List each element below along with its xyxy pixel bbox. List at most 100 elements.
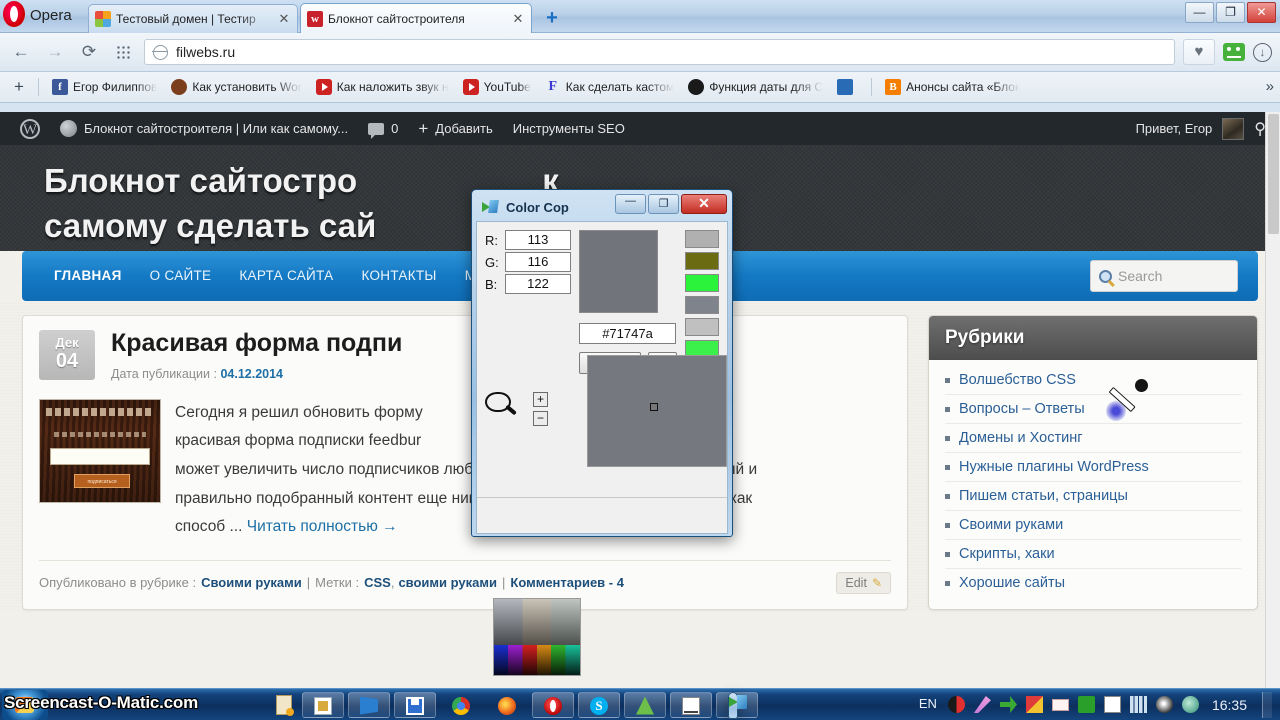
close-icon[interactable]: ✕: [511, 11, 525, 27]
category-link[interactable]: Своими руками: [959, 517, 1063, 533]
heart-icon[interactable]: ♥: [1183, 39, 1215, 65]
address-bar[interactable]: filwebs.ru: [144, 39, 1175, 65]
bookmark-item[interactable]: f Егор Филиппов: [45, 75, 164, 99]
category-link[interactable]: Пишем статьи, страницы: [959, 488, 1128, 504]
minimize-button[interactable]: —: [615, 194, 646, 214]
admin-bar-seo-tools[interactable]: Инструменты SEO: [503, 112, 635, 145]
edit-button[interactable]: Edit ✎: [836, 571, 891, 594]
red-input[interactable]: 113: [505, 230, 571, 250]
speed-dial-icon[interactable]: [110, 39, 136, 65]
post-thumbnail[interactable]: подписаться: [39, 398, 161, 503]
taskbar-item-opera[interactable]: [532, 691, 574, 718]
admin-bar-comments[interactable]: 0: [358, 112, 408, 145]
list-item[interactable]: Вопросы – Ответы: [945, 395, 1241, 424]
forward-icon[interactable]: →: [42, 39, 68, 65]
clipboard-icon[interactable]: [276, 694, 294, 716]
green-input[interactable]: 116: [505, 252, 571, 272]
admin-bar-site-name[interactable]: Блокнот сайтостроителя | Или как самому.…: [50, 112, 358, 145]
nav-item-contacts[interactable]: КОНТАКТЫ: [347, 251, 450, 301]
download-icon[interactable]: ↓: [1253, 42, 1272, 62]
clipboard-tray-icon[interactable]: [1103, 696, 1121, 713]
color-palette[interactable]: [493, 598, 581, 676]
taskbar-item-skype[interactable]: S: [578, 691, 620, 718]
list-item[interactable]: Хорошие сайты: [945, 569, 1241, 597]
card-icon[interactable]: [1051, 698, 1069, 711]
scrollbar-thumb[interactable]: [1268, 114, 1279, 234]
minimize-button[interactable]: —: [1185, 2, 1214, 23]
magnified-pixel-view[interactable]: [587, 355, 727, 467]
comments-link[interactable]: Комментариев - 4: [510, 575, 624, 590]
category-link[interactable]: Хорошие сайты: [959, 575, 1065, 591]
green-bot-icon[interactable]: [1223, 43, 1245, 61]
taskbar-item-save[interactable]: [394, 691, 436, 718]
site-search[interactable]: Search: [1090, 260, 1238, 292]
nav-item-sitemap[interactable]: КАРТА САЙТА: [225, 251, 347, 301]
teal-circle-icon[interactable]: [1181, 696, 1199, 713]
taskbar-item-firefox[interactable]: [486, 692, 528, 718]
history-swatch[interactable]: [685, 296, 719, 314]
bookmark-item[interactable]: Функция даты для С: [681, 75, 830, 99]
new-tab-button[interactable]: +: [540, 8, 564, 30]
close-window-button[interactable]: ✕: [1247, 2, 1276, 23]
category-link[interactable]: Волшебство CSS: [959, 372, 1076, 388]
taskbar-item-notepadpp[interactable]: [624, 691, 666, 718]
list-item[interactable]: Скрипты, хаки: [945, 540, 1241, 569]
list-item[interactable]: Волшебство CSS: [945, 366, 1241, 395]
list-item[interactable]: Домены и Хостинг: [945, 424, 1241, 453]
category-link[interactable]: Домены и Хостинг: [959, 430, 1083, 446]
color-cop-window[interactable]: Color Cop — ❐ ✕ R: 113 G: 116 B: 122 #71…: [471, 189, 733, 676]
read-more-link[interactable]: Читать полностью →: [247, 518, 398, 535]
bookmark-item[interactable]: Как наложить звук н: [309, 75, 456, 99]
history-swatch[interactable]: [685, 318, 719, 336]
category-link[interactable]: Скрипты, хаки: [959, 546, 1055, 562]
admin-bar-account[interactable]: Привет, Егор ⚲: [1136, 117, 1270, 140]
taskbar-item-chrome[interactable]: [440, 692, 482, 718]
close-button[interactable]: ✕: [681, 194, 727, 214]
maximize-button[interactable]: ❐: [1216, 2, 1245, 23]
volume-icon[interactable]: [1155, 696, 1173, 713]
browser-tab-1[interactable]: Тестовый домен | Тестир ✕: [88, 4, 298, 33]
green-box-icon[interactable]: [1077, 696, 1095, 713]
category-link[interactable]: Нужные плагины WordPress: [959, 459, 1149, 475]
bookmark-item[interactable]: [830, 75, 865, 99]
search-input-placeholder[interactable]: Search: [1118, 268, 1162, 284]
nav-item-home[interactable]: ГЛАВНАЯ: [40, 251, 136, 301]
history-swatch[interactable]: [685, 252, 719, 270]
green-arrow-icon[interactable]: [999, 696, 1017, 713]
tag-link-css[interactable]: CSS: [364, 575, 391, 590]
bookmark-item[interactable]: B Анонсы сайта «Блок: [878, 75, 1027, 99]
taskbar-item-colorcop[interactable]: [716, 691, 758, 719]
admin-bar-new-content[interactable]: + Добавить: [408, 112, 502, 145]
language-indicator[interactable]: EN: [919, 696, 937, 713]
taskbar-item-ruler[interactable]: [670, 691, 712, 718]
blue-input[interactable]: 122: [505, 274, 571, 294]
color-cop-titlebar[interactable]: Color Cop — ❐ ✕: [476, 194, 728, 221]
zoom-in-button[interactable]: +: [533, 392, 548, 407]
category-link[interactable]: Вопросы – Ответы: [959, 401, 1085, 417]
bookmarks-overflow-icon[interactable]: »: [1266, 78, 1274, 95]
browser-tab-2[interactable]: w Блокнот сайтостроителя ✕: [300, 3, 532, 33]
reload-icon[interactable]: ⟳: [76, 39, 102, 65]
bookmark-item[interactable]: F Как сделать кастом: [538, 75, 682, 99]
tag-link-handmade[interactable]: своими руками: [398, 575, 497, 590]
taskbar-item-wordpad[interactable]: [302, 691, 344, 718]
list-item[interactable]: Пишем статьи, страницы: [945, 482, 1241, 511]
bookmark-item[interactable]: Как установить Wor: [164, 75, 308, 99]
add-bookmark-button[interactable]: +: [6, 77, 32, 97]
list-item[interactable]: Нужные плагины WordPress: [945, 453, 1241, 482]
category-link[interactable]: Своими руками: [201, 575, 302, 590]
close-icon[interactable]: ✕: [277, 11, 291, 27]
wp-logo-menu[interactable]: W: [10, 112, 50, 145]
signal-bars-icon[interactable]: [1129, 696, 1147, 713]
show-desktop-button[interactable]: [1262, 691, 1272, 718]
site-info-icon[interactable]: [152, 44, 168, 60]
history-swatch[interactable]: [685, 230, 719, 248]
back-icon[interactable]: ←: [8, 39, 34, 65]
history-swatch[interactable]: [685, 274, 719, 292]
zoom-out-button[interactable]: −: [533, 411, 548, 426]
magnifier-icon[interactable]: [485, 392, 523, 422]
bookmark-item[interactable]: YouTube: [456, 75, 538, 99]
clock[interactable]: 16:35: [1212, 697, 1247, 713]
list-item[interactable]: Своими руками: [945, 511, 1241, 540]
hex-input[interactable]: #71747a: [579, 323, 676, 344]
